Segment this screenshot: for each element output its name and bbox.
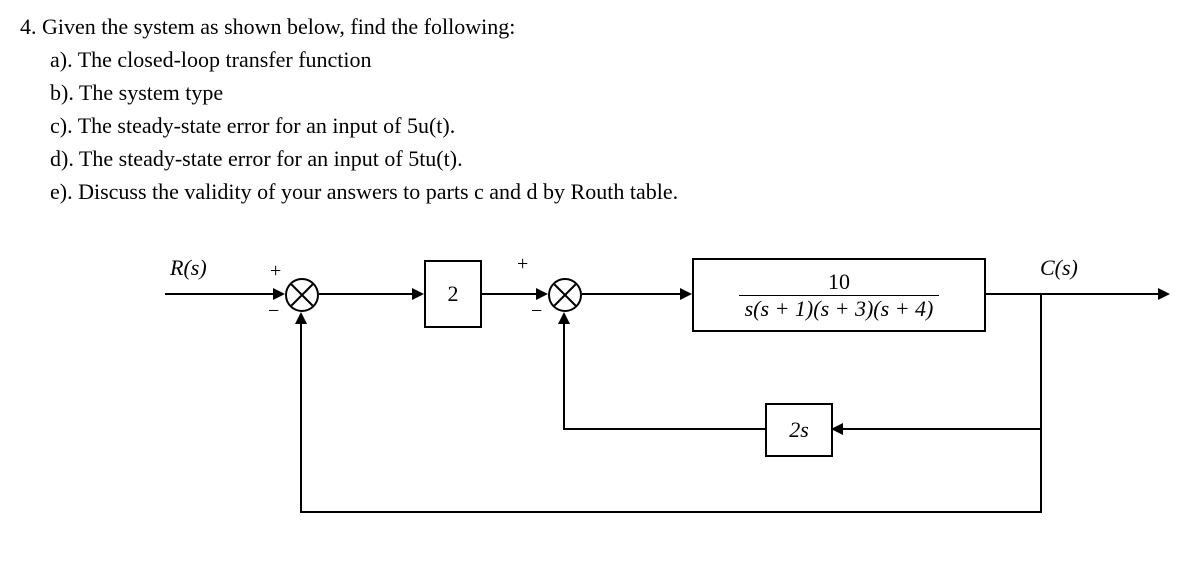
problem-stem-text: Given the system as shown below, find th… xyxy=(42,14,515,39)
sum2-plus: + xyxy=(517,253,528,276)
arrow-s1-g xyxy=(412,288,424,300)
outer-fb-h xyxy=(300,511,1042,513)
part-b: b). The system type xyxy=(20,76,1180,109)
inner-fb-h1 xyxy=(843,428,1042,430)
outer-fb-v xyxy=(1040,293,1042,513)
gain-block: 2 xyxy=(424,260,482,328)
arrow-into-2s xyxy=(831,423,843,435)
line-s2-p xyxy=(582,293,682,295)
inner-fb-v xyxy=(563,323,565,430)
block-diagram: R(s) + − 2 + − 10 s(s + 1)(s + 3)(s + 4)… xyxy=(60,238,1160,538)
line-g-s2 xyxy=(480,293,538,295)
line-in xyxy=(165,293,275,295)
arrow-outer-fb xyxy=(295,312,307,324)
arrow-out xyxy=(1158,288,1170,300)
line-out xyxy=(984,293,1160,295)
output-label: C(s) xyxy=(1040,255,1078,281)
problem-number: 4. xyxy=(20,14,37,39)
sum1-minus: − xyxy=(268,300,279,323)
part-d: d). The steady-state error for an input … xyxy=(20,142,1180,175)
part-e: e). Discuss the validity of your answers… xyxy=(20,175,1180,208)
inner-feedback-block: 2s xyxy=(765,403,833,457)
summing-junction-1 xyxy=(285,278,319,312)
arrow-s2-p xyxy=(680,288,692,300)
input-label: R(s) xyxy=(170,255,207,281)
sum2-minus: − xyxy=(531,300,542,323)
part-a: a). The closed-loop transfer function xyxy=(20,43,1180,76)
arrow-in xyxy=(273,288,285,300)
plant-block: 10 s(s + 1)(s + 3)(s + 4) xyxy=(692,258,986,332)
plant-numerator: 10 xyxy=(739,269,940,296)
sum1-plus: + xyxy=(270,260,281,283)
part-c: c). The steady-state error for an input … xyxy=(20,109,1180,142)
arrow-inner-fb xyxy=(558,312,570,324)
outer-fb-v2 xyxy=(300,323,302,513)
arrow-g-s2 xyxy=(536,288,548,300)
line-s1-g xyxy=(319,293,414,295)
problem-stem: 4. Given the system as shown below, find… xyxy=(20,10,1180,43)
summing-junction-2 xyxy=(548,278,582,312)
inner-fb-h2 xyxy=(563,428,765,430)
plant-denominator: s(s + 1)(s + 3)(s + 4) xyxy=(739,296,940,322)
